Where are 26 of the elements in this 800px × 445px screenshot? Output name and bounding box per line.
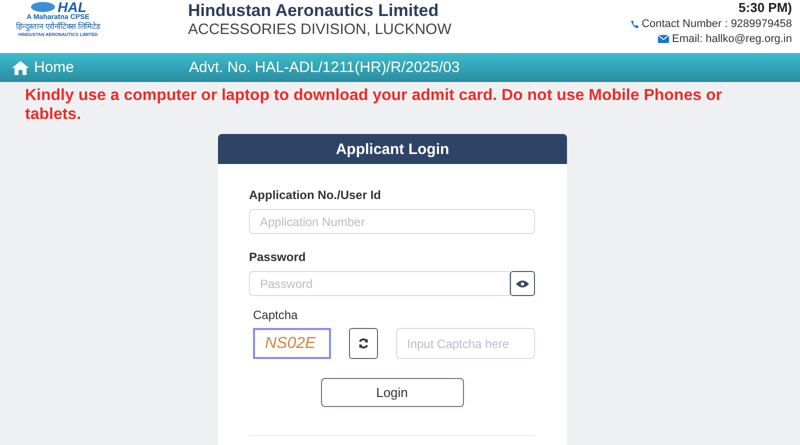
refresh-icon: [358, 338, 369, 349]
division-subtitle: ACCESSORIES DIVISION, LUCKNOW: [188, 21, 452, 38]
refresh-captcha-button[interactable]: [348, 328, 378, 359]
phone-icon: [630, 20, 639, 28]
warning-message: Kindly use a computer or laptop to download your admit card. Do not use Mobile Phones or tablets.: [24, 86, 723, 124]
logo-mark: HAL: [58, 0, 86, 14]
mail-icon: [658, 35, 669, 43]
captcha-field[interactable]: Input Captcha here: [396, 328, 535, 359]
contact-number: Contact Number : 9289979458: [642, 18, 792, 30]
application-number-field[interactable]: Application Number: [249, 209, 535, 234]
field-label: Password: [249, 250, 307, 264]
home-icon: [12, 60, 29, 74]
logo-hindi-name: हिन्दुस्तान एरोनॉटिक्स लिमिटेड: [16, 21, 100, 32]
show-password-button[interactable]: [510, 271, 535, 296]
eye-icon: [516, 280, 529, 288]
login-button[interactable]: Login: [320, 378, 464, 407]
field-label: Captcha: [253, 308, 299, 322]
captcha-image: NS02E: [253, 328, 331, 359]
email-address: Email: hallko@reg.org.in: [672, 33, 792, 45]
globe-icon: [30, 1, 56, 13]
time-note: 5:30 PM): [738, 0, 792, 15]
password-field[interactable]: Password: [249, 271, 510, 296]
field-label: Application No./User Id: [249, 188, 382, 202]
advertisement-number: Advt. No. HAL-ADL/1211(HR)/R/2025/03: [189, 59, 460, 76]
organization-title: Hindustan Aeronautics Limited: [188, 1, 440, 20]
card-title: Applicant Login: [218, 134, 567, 164]
